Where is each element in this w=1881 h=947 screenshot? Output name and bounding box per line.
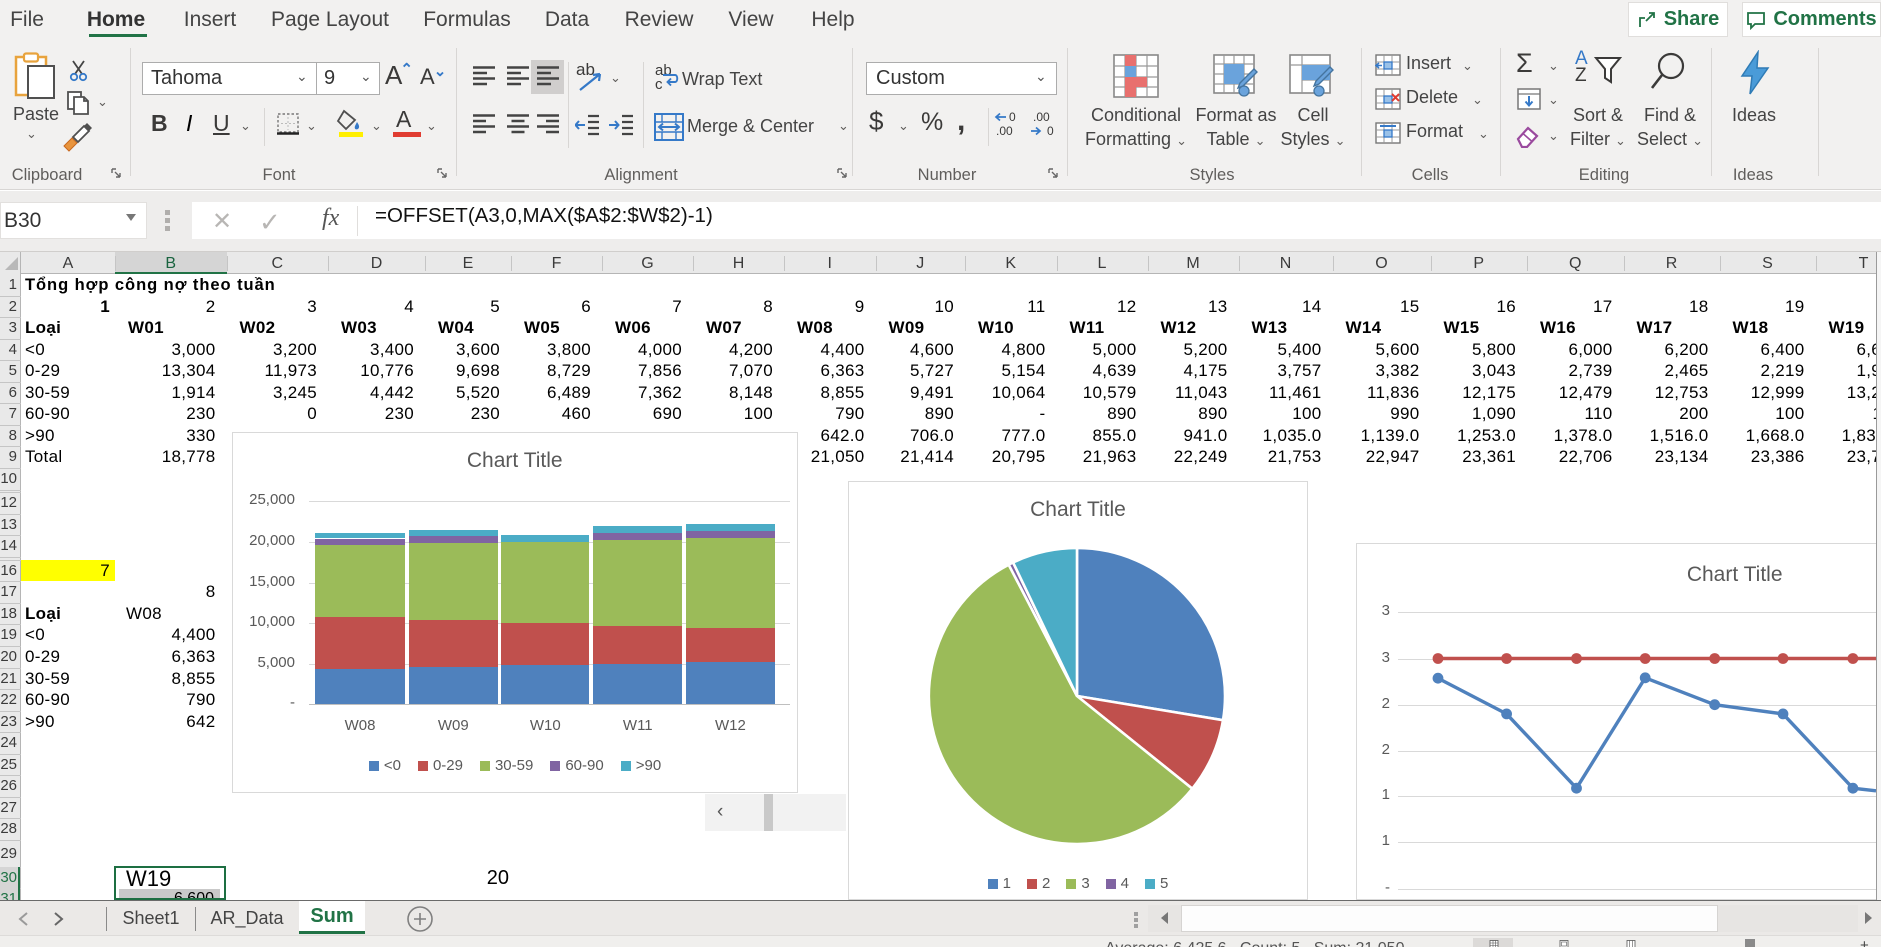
- svg-text:.00: .00: [996, 124, 1013, 138]
- svg-text:.00: .00: [1033, 110, 1050, 124]
- svg-text:0: 0: [1009, 110, 1016, 124]
- svg-text:0: 0: [1047, 124, 1054, 138]
